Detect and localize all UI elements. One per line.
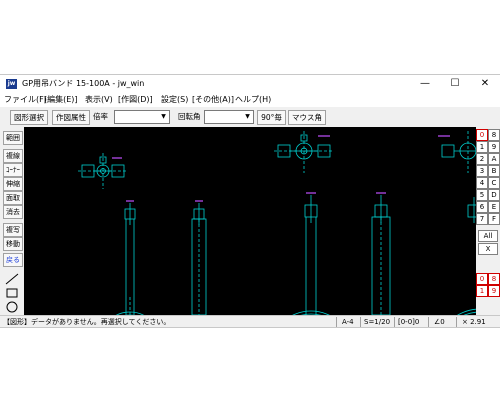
layer-button[interactable]: 7 bbox=[476, 213, 488, 225]
layer-button[interactable]: 2 bbox=[476, 153, 488, 165]
rotation-combo[interactable]: ▼ bbox=[204, 110, 254, 124]
group-button[interactable]: 0 bbox=[476, 273, 488, 285]
status-separator bbox=[456, 317, 457, 327]
figure-attr-button[interactable]: 作図属性 bbox=[52, 110, 90, 125]
status-separator bbox=[428, 317, 429, 327]
window-title: GP用吊バンド 15-100A - jw_win bbox=[22, 79, 145, 88]
hanger-plan-view-1 bbox=[78, 153, 128, 189]
menu-help[interactable]: ヘルプ(H) bbox=[235, 94, 271, 106]
cad-drawing bbox=[78, 131, 476, 315]
status-zoom[interactable]: × 2.91 bbox=[462, 316, 486, 327]
menu-other[interactable]: [その他(A)] bbox=[192, 94, 234, 106]
status-separator bbox=[360, 317, 361, 327]
status-message: 【図形】データがありません。再選択してください。 bbox=[3, 318, 171, 326]
layer-button[interactable]: 6 bbox=[476, 201, 488, 213]
layer-button[interactable]: F bbox=[488, 213, 500, 225]
hanger-side-view-2 bbox=[371, 192, 391, 315]
tool-range[interactable]: 範囲 bbox=[3, 131, 23, 145]
chevron-down-icon: ▼ bbox=[161, 113, 166, 120]
layer-button[interactable]: B bbox=[488, 165, 500, 177]
layer-all-button[interactable]: All bbox=[478, 230, 498, 242]
draw-tools bbox=[5, 273, 19, 313]
layer-x-button[interactable]: X bbox=[478, 243, 498, 255]
tool-stretch[interactable]: 伸縮 bbox=[3, 177, 23, 191]
title-bar: jw GP用吊バンド 15-100A - jw_win — ☐ ✕ bbox=[0, 75, 500, 93]
status-separator bbox=[394, 317, 395, 327]
tool-undo[interactable]: 戻る bbox=[3, 253, 23, 267]
maximize-button[interactable]: ☐ bbox=[440, 75, 470, 93]
tool-copy[interactable]: 複写 bbox=[3, 223, 23, 237]
app-window: jw GP用吊バンド 15-100A - jw_win — ☐ ✕ ファイル(F… bbox=[0, 74, 500, 328]
scale-combo[interactable]: ▼ bbox=[114, 110, 170, 124]
group-button[interactable]: 9 bbox=[488, 285, 500, 297]
line-tool-icon[interactable] bbox=[5, 273, 19, 285]
status-separator bbox=[336, 317, 337, 327]
select-figure-button[interactable]: 図形選択 bbox=[10, 110, 48, 125]
hanger-front-view-1 bbox=[116, 200, 144, 315]
menu-view[interactable]: 表示(V) bbox=[85, 94, 113, 106]
tool-offset[interactable]: 複線 bbox=[3, 149, 23, 163]
layer-button[interactable]: 1 bbox=[476, 141, 488, 153]
status-bar: 【図形】データがありません。再選択してください。 A-4 S=1/20 [0-0… bbox=[0, 315, 500, 327]
tool-move[interactable]: 移動 bbox=[3, 237, 23, 251]
layer-button[interactable]: 5 bbox=[476, 189, 488, 201]
layer-button[interactable]: 0 bbox=[476, 129, 488, 141]
hanger-plan-view-2 bbox=[274, 131, 334, 173]
close-button[interactable]: ✕ bbox=[470, 75, 500, 93]
ninety-degree-button[interactable]: 90°毎 bbox=[257, 110, 286, 125]
rect-tool-icon[interactable] bbox=[6, 288, 18, 298]
menu-file[interactable]: ファイル(F) bbox=[4, 94, 47, 106]
chevron-down-icon: ▼ bbox=[245, 113, 250, 120]
rotation-label: 回転角 bbox=[178, 112, 201, 121]
toolbar: 図形選択 作図属性 倍率 ▼ 回転角 ▼ 90°毎 マウス角 bbox=[0, 107, 500, 127]
left-tool-panel: 範囲 複線 ｺｰﾅｰ 伸縮 面取 消去 複写 移動 戻る bbox=[0, 127, 24, 315]
minimize-button[interactable]: — bbox=[410, 75, 440, 93]
app-icon: jw bbox=[6, 79, 17, 89]
status-layer[interactable]: [0-0]0 bbox=[398, 316, 419, 327]
menu-edit[interactable]: [編集(E)] bbox=[44, 94, 78, 106]
tool-corner[interactable]: ｺｰﾅｰ bbox=[3, 163, 23, 177]
layer-button[interactable]: 8 bbox=[488, 129, 500, 141]
menu-bar: ファイル(F) [編集(E)] 表示(V) [作図(D)] 設定(S) [その他… bbox=[0, 93, 500, 107]
scale-label: 倍率 bbox=[93, 112, 108, 121]
hanger-plan-view-3 bbox=[438, 131, 476, 173]
drawing-canvas[interactable] bbox=[24, 127, 476, 315]
hanger-front-view-2 bbox=[292, 192, 330, 315]
layer-panel: 0 8 1 9 2 A 3 B 4 C 5 D 6 E 7 F All X 0 … bbox=[476, 127, 500, 315]
menu-settings[interactable]: 設定(S) bbox=[161, 94, 188, 106]
hanger-front-view-3 bbox=[457, 197, 476, 315]
hanger-side-view-1 bbox=[191, 200, 207, 315]
layer-button[interactable]: 3 bbox=[476, 165, 488, 177]
layer-button[interactable]: 9 bbox=[488, 141, 500, 153]
menu-draw[interactable]: [作図(D)] bbox=[118, 94, 153, 106]
layer-button[interactable]: D bbox=[488, 189, 500, 201]
group-button[interactable]: 1 bbox=[476, 285, 488, 297]
status-scale[interactable]: S=1/20 bbox=[364, 316, 390, 327]
layer-button[interactable]: A bbox=[488, 153, 500, 165]
group-button[interactable]: 8 bbox=[488, 273, 500, 285]
tool-erase[interactable]: 消去 bbox=[3, 205, 23, 219]
layer-button[interactable]: C bbox=[488, 177, 500, 189]
mouse-angle-button[interactable]: マウス角 bbox=[288, 110, 326, 125]
tool-chamfer[interactable]: 面取 bbox=[3, 191, 23, 205]
layer-button[interactable]: 4 bbox=[476, 177, 488, 189]
status-paper[interactable]: A-4 bbox=[342, 316, 354, 327]
circle-tool-icon[interactable] bbox=[6, 301, 18, 313]
layer-button[interactable]: E bbox=[488, 201, 500, 213]
status-angle[interactable]: ∠0 bbox=[434, 316, 445, 327]
